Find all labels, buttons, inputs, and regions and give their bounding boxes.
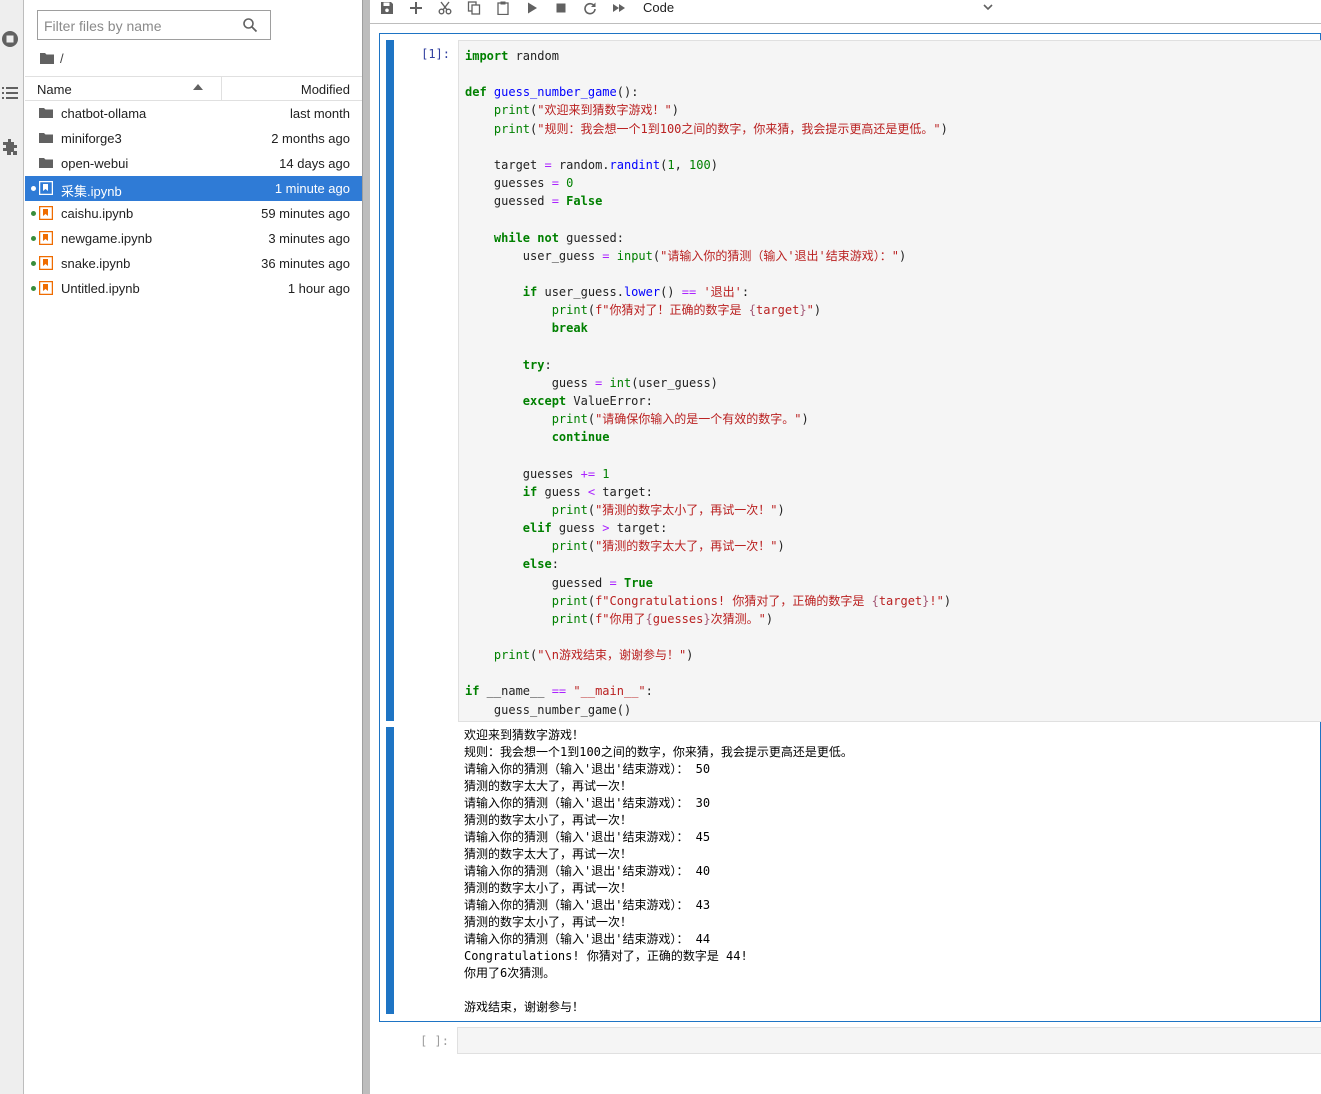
run-icon[interactable] <box>523 0 541 16</box>
file-modified: last month <box>290 106 350 121</box>
cut-icon[interactable] <box>436 0 454 16</box>
file-modified: 36 minutes ago <box>261 256 350 271</box>
breadcrumb-root[interactable]: / <box>60 51 64 66</box>
toc-icon[interactable] <box>0 82 20 104</box>
file-row[interactable]: miniforge3 2 months ago <box>25 126 362 151</box>
column-header-modified[interactable]: Modified <box>301 82 350 97</box>
fast-forward-icon[interactable] <box>610 0 628 16</box>
folder-icon <box>40 53 54 64</box>
file-row[interactable]: caishu.ipynb 59 minutes ago <box>25 201 362 226</box>
running-indicator-icon <box>31 261 36 266</box>
notebook-icon <box>38 205 54 221</box>
notebook-icon <box>38 180 54 196</box>
file-row[interactable]: open-webui 14 days ago <box>25 151 362 176</box>
execution-count-prompt: [1]: <box>421 47 450 61</box>
file-row[interactable]: chatbot-ollama last month <box>25 101 362 126</box>
file-name: snake.ipynb <box>61 256 131 271</box>
file-row[interactable]: 采集.ipynb 1 minute ago <box>25 176 362 201</box>
file-name: Untitled.ipynb <box>61 281 140 296</box>
copy-icon[interactable] <box>465 0 483 16</box>
file-modified: 2 months ago <box>271 131 350 146</box>
file-name: miniforge3 <box>61 131 122 146</box>
file-modified: 3 minutes ago <box>268 231 350 246</box>
notebook-icon <box>38 280 54 296</box>
add-cell-icon[interactable] <box>407 0 425 16</box>
file-name: newgame.ipynb <box>61 231 153 246</box>
running-indicator-icon <box>31 211 36 216</box>
cell-type-select[interactable]: Code <box>643 0 993 16</box>
running-indicator-icon <box>31 186 36 191</box>
filter-input[interactable] <box>44 15 234 37</box>
notebook-toolbar: Code <box>370 0 1321 24</box>
cell-output: 欢迎来到猜数字游戏！ 规则：我会想一个1到100之间的数字，你来猜，我会提示更高… <box>464 728 853 1014</box>
file-name: open-webui <box>61 156 129 171</box>
file-modified: 59 minutes ago <box>261 206 350 221</box>
file-row[interactable]: Untitled.ipynb 1 hour ago <box>25 276 362 301</box>
stop-icon[interactable] <box>552 0 570 16</box>
file-modified: 1 minute ago <box>274 181 350 196</box>
extension-icon[interactable] <box>0 136 20 158</box>
sort-ascending-icon[interactable] <box>193 84 203 90</box>
cell-type-value: Code <box>643 0 675 15</box>
file-row[interactable]: newgame.ipynb 3 minutes ago <box>25 226 362 251</box>
file-browser: / Name Modified chatbot-ollama last month… <box>25 0 362 1094</box>
restart-icon[interactable] <box>581 0 599 16</box>
file-modified: 1 hour ago <box>287 281 350 296</box>
running-indicator-icon <box>31 286 36 291</box>
search-icon[interactable] <box>242 17 258 33</box>
save-icon[interactable] <box>378 0 396 16</box>
panel-splitter[interactable] <box>362 0 370 1094</box>
column-divider[interactable] <box>221 77 222 100</box>
folder-icon <box>39 156 53 170</box>
running-icon[interactable] <box>0 28 20 50</box>
file-name: chatbot-ollama <box>61 106 147 121</box>
file-row[interactable]: snake.ipynb 36 minutes ago <box>25 251 362 276</box>
output-collapser[interactable] <box>386 727 394 1014</box>
input-collapser[interactable] <box>386 40 394 721</box>
empty-cell-prompt: [ ]: <box>420 1034 449 1048</box>
file-name: caishu.ipynb <box>61 206 134 221</box>
code-text[interactable]: import random def guess_number_game(): p… <box>465 47 951 719</box>
folder-icon <box>39 131 53 145</box>
notebook-panel: Code [1]: import random def guess_number… <box>370 0 1321 1094</box>
notebook-icon <box>38 230 54 246</box>
column-header-name[interactable]: Name <box>37 82 72 97</box>
code-editor[interactable]: import random def guess_number_game(): p… <box>458 40 1321 722</box>
empty-code-editor[interactable] <box>457 1027 1321 1054</box>
empty-code-cell[interactable]: [ ]: <box>379 1024 1321 1056</box>
notebook-icon <box>38 255 54 271</box>
folder-icon <box>39 106 53 120</box>
running-indicator-icon <box>31 236 36 241</box>
code-cell[interactable]: [1]: import random def guess_number_game… <box>379 33 1321 1022</box>
file-list-header: Name Modified <box>25 76 362 101</box>
breadcrumb[interactable]: / <box>40 50 64 66</box>
filter-box[interactable] <box>37 10 271 40</box>
file-modified: 14 days ago <box>279 156 350 171</box>
file-name: 采集.ipynb <box>61 184 122 199</box>
file-list: chatbot-ollama last month miniforge3 2 mont… <box>25 101 362 301</box>
chevron-down-icon <box>983 4 993 11</box>
activity-bar <box>0 0 24 1094</box>
jupyterlab-window: / Name Modified chatbot-ollama last month… <box>0 0 1321 1094</box>
paste-icon[interactable] <box>494 0 512 16</box>
